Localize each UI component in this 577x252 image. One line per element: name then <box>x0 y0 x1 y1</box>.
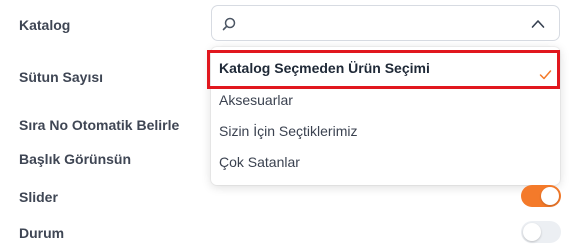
durum-toggle[interactable] <box>521 221 561 243</box>
option-aksesuarlar[interactable]: Aksesuarlar <box>211 85 560 115</box>
slider-toggle[interactable] <box>521 185 561 207</box>
option-label: Aksesuarlar <box>219 92 293 108</box>
toggle-knob <box>523 223 541 241</box>
option-label: Sizin İçin Seçtiklerimiz <box>219 123 358 139</box>
baslik-gorunsun-label: Başlık Görünsün <box>19 151 132 167</box>
option-cok-satanlar[interactable]: Çok Satanlar <box>211 147 560 177</box>
katalog-search-input[interactable] <box>244 13 508 35</box>
katalog-dropdown: Katalog Seçmeden Ürün Seçimi Aksesuarlar… <box>211 47 560 185</box>
check-icon <box>539 61 552 80</box>
search-icon <box>221 16 237 32</box>
durum-label: Durum <box>19 225 65 241</box>
sira-no-label: Sıra No Otomatik Belirle <box>19 117 180 133</box>
option-sizin-icin[interactable]: Sizin İçin Seçtiklerimiz <box>211 116 560 146</box>
sutun-sayisi-label: Sütun Sayısı <box>19 69 104 85</box>
option-label: Katalog Seçmeden Ürün Seçimi <box>219 60 430 76</box>
toggle-knob <box>541 187 559 205</box>
katalog-select[interactable] <box>211 5 560 41</box>
slider-label: Slider <box>19 189 58 205</box>
option-katalog-secmeden[interactable]: Katalog Seçmeden Ürün Seçimi <box>211 53 560 83</box>
chevron-up-icon[interactable] <box>531 17 545 31</box>
option-label: Çok Satanlar <box>219 154 300 170</box>
katalog-label: Katalog <box>19 17 71 33</box>
